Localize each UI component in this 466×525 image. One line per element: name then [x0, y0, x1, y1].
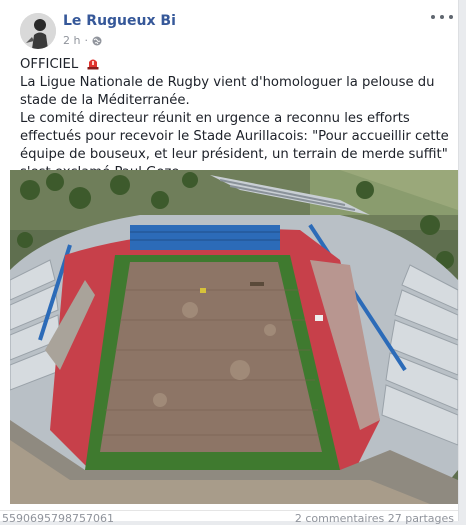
official-label: OFFICIEL: [20, 57, 79, 72]
post-text: OFFICIEL La Ligue Nationale de Rugby vie…: [20, 56, 450, 182]
post-paragraph-1: La Ligue Nationale de Rugby vient d'homo…: [20, 75, 435, 108]
author-name[interactable]: Le Rugueux Bi: [63, 13, 176, 29]
post-photo[interactable]: [10, 170, 458, 504]
post-time[interactable]: 2 h: [63, 34, 80, 47]
avatar-image: [20, 13, 56, 49]
post-card: Le Rugueux Bi 2 h · OFFICIEL La Ligue Na…: [0, 0, 459, 525]
author-avatar[interactable]: [20, 13, 56, 49]
stadium-aerial-image: [10, 170, 458, 504]
post-line-official: OFFICIEL: [20, 56, 450, 74]
siren-icon: [87, 59, 99, 70]
globe-icon[interactable]: [92, 36, 102, 46]
comments-shares[interactable]: 2 commentaires 27 partages: [295, 512, 454, 525]
meta-dot: ·: [84, 34, 88, 47]
post-footer: 5590695798757061 2 commentaires 27 parta…: [0, 510, 458, 525]
post-id: 5590695798757061: [2, 512, 114, 525]
more-options-icon[interactable]: [431, 10, 453, 24]
post-meta: 2 h ·: [63, 34, 102, 47]
